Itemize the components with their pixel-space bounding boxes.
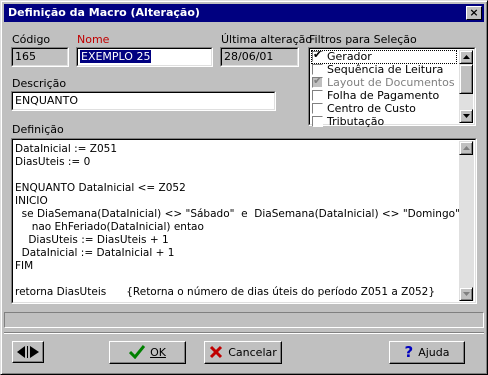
checkbox[interactable]: ✔ [312, 48, 323, 62]
code-line: FIM [15, 260, 34, 272]
filtro-item-folha-pagamento[interactable]: Folha de Pagamento [312, 89, 439, 102]
filtros-label: Filtros para Seleção [309, 33, 417, 46]
x-icon [210, 345, 223, 359]
ok-label: OK [150, 346, 166, 359]
checkbox[interactable] [312, 89, 323, 101]
help-button[interactable]: ? Ajuda [389, 341, 465, 364]
question-icon: ? [404, 343, 414, 361]
checkbox[interactable] [312, 63, 323, 75]
code-line: ENQUANTO DataInicial <= Z052 [15, 182, 186, 194]
checkbox[interactable] [312, 115, 323, 127]
ok-button[interactable]: OK [109, 341, 186, 364]
title-bar: Definição da Macro (Alteração) × [4, 4, 484, 22]
navigator-button[interactable] [12, 341, 44, 363]
nome-input[interactable]: EXEMPLO 25 [76, 47, 213, 67]
scroll-thumb[interactable] [459, 64, 473, 94]
code-line: se DiaSemana(DataInicial) <> "Sábado" e … [15, 208, 474, 220]
nome-label: Nome [77, 33, 110, 46]
scroll-down-button[interactable] [459, 287, 473, 301]
descricao-value: ENQUANTO [15, 94, 79, 107]
filtro-item-centro-custo[interactable]: Centro de Custo [312, 102, 416, 115]
close-button[interactable]: × [466, 6, 482, 20]
scroll-down-button[interactable] [459, 109, 473, 123]
cancel-label: Cancelar [228, 346, 277, 359]
scroll-up-button[interactable] [459, 50, 473, 64]
ultima-alteracao-value: 28/06/01 [224, 50, 274, 63]
definicao-label: Definição [12, 123, 64, 136]
arrow-down-icon [463, 292, 470, 296]
checkbox[interactable] [312, 102, 323, 114]
cancel-button[interactable]: Cancelar [204, 341, 282, 364]
code-line: DataInicial := DataInicial + 1 [15, 247, 175, 259]
nome-value: EXEMPLO 25 [80, 50, 152, 63]
macro-definition-window: Definição da Macro (Alteração) × Código … [0, 0, 488, 375]
code-line: DataInicial := Z051 [15, 143, 118, 155]
status-bar [4, 312, 484, 328]
definicao-scrollbar[interactable] [459, 141, 474, 301]
ultima-alteracao-field: 28/06/01 [220, 47, 299, 67]
filtro-item-layout-documentos: ✔ Layout de Documentos [312, 73, 455, 89]
filtros-list[interactable]: ✔ Gerador Sequência de Leitura ✔ Layout de… [308, 47, 476, 128]
divider [4, 332, 484, 334]
descricao-input[interactable]: ENQUANTO [11, 91, 276, 111]
code-line: DiasUteis := DiasUteis + 1 [15, 234, 169, 246]
code-line: DiasUteis := 0 [15, 156, 91, 168]
arrow-down-icon [463, 114, 470, 118]
ultima-alteracao-label: Última alteração [221, 33, 313, 46]
left-right-arrows-icon [17, 346, 39, 358]
scroll-up-button[interactable] [459, 141, 473, 155]
filtro-item-gerador[interactable]: ✔ Gerador [312, 48, 372, 63]
filtros-scrollbar[interactable] [459, 50, 473, 123]
window-title: Definição da Macro (Alteração) [8, 6, 200, 19]
descricao-label: Descrição [12, 77, 67, 90]
definicao-memo[interactable]: DataInicial := Z051 DiasUteis := 0 ENQUA… [11, 138, 477, 304]
codigo-label: Código [12, 33, 51, 46]
codigo-field: 165 [11, 47, 69, 67]
codigo-value: 165 [15, 50, 36, 63]
filtro-item-tributacao[interactable]: Tributação [312, 115, 384, 128]
filtro-item-sequencia-leitura[interactable]: Sequência de Leitura [312, 63, 443, 76]
arrow-up-icon [463, 146, 470, 150]
checkmark-icon [129, 345, 146, 359]
code-line: retorna DiasUteis {Retorna o número de d… [15, 286, 436, 298]
code-line: INICIO [15, 195, 48, 207]
checkbox-disabled: ✔ [312, 73, 323, 88]
help-label: Ajuda [418, 346, 450, 359]
arrow-up-icon [463, 55, 470, 59]
code-line: nao EhFeriado(DataInicial) entao [15, 221, 204, 233]
